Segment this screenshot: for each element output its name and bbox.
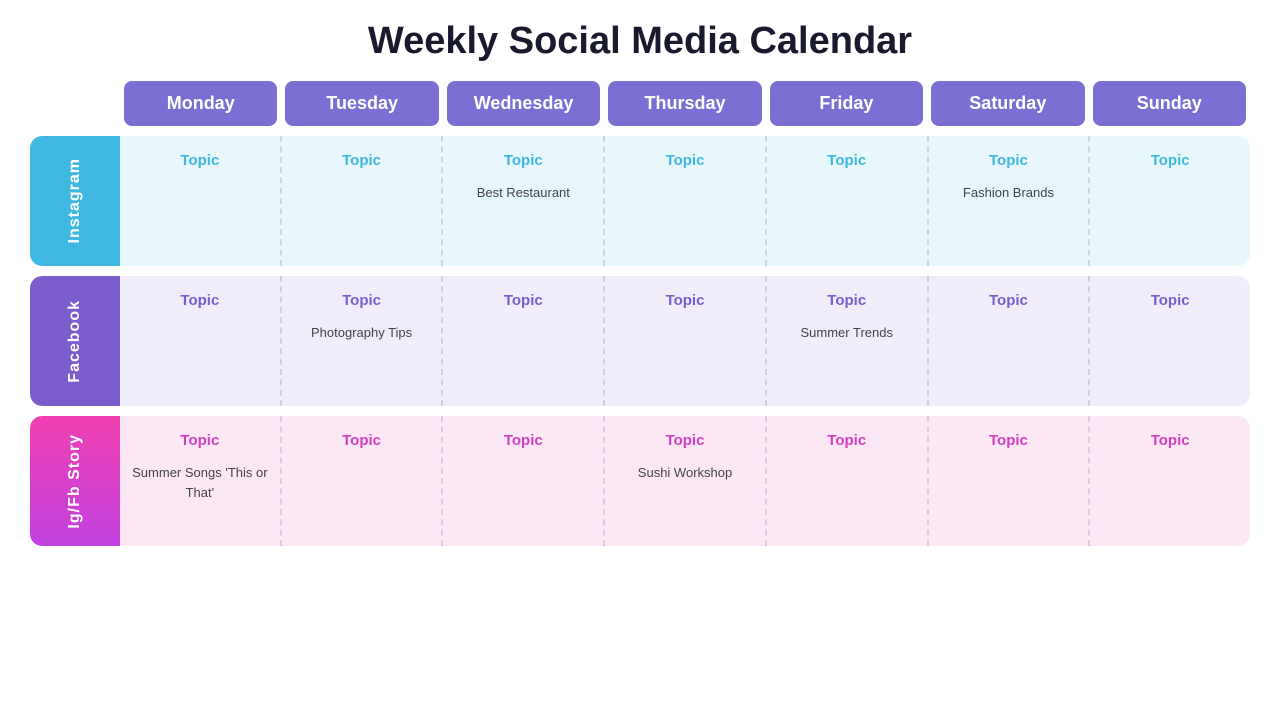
cell-0-6: Topic (1090, 136, 1250, 266)
cell-content-2-0: Summer Songs 'This or That' (130, 463, 270, 502)
cell-topic-1-0: Topic (180, 292, 219, 309)
cell-topic-0-0: Topic (180, 152, 219, 169)
day-header-saturday: Saturday (931, 81, 1084, 126)
cell-topic-1-3: Topic (666, 292, 705, 309)
cell-2-5: Topic (929, 416, 1091, 546)
cell-topic-0-4: Topic (827, 152, 866, 169)
cell-1-6: Topic (1090, 276, 1250, 406)
cell-0-3: Topic (605, 136, 767, 266)
page-title: Weekly Social Media Calendar (368, 20, 912, 63)
day-header-sunday: Sunday (1093, 81, 1246, 126)
cell-topic-2-3: Topic (666, 432, 705, 449)
cell-1-5: Topic (929, 276, 1091, 406)
header-row: MondayTuesdayWednesdayThursdayFridaySatu… (120, 81, 1250, 126)
cell-1-2: Topic (443, 276, 605, 406)
section-name-0: Instagram (66, 158, 84, 243)
cell-2-6: Topic (1090, 416, 1250, 546)
cell-topic-1-2: Topic (504, 292, 543, 309)
cell-content-1-1: Photography Tips (311, 323, 412, 343)
cell-topic-0-5: Topic (989, 152, 1028, 169)
cell-topic-0-6: Topic (1151, 152, 1190, 169)
cell-topic-2-1: Topic (342, 432, 381, 449)
cell-content-0-5: Fashion Brands (963, 183, 1054, 203)
cell-content-1-4: Summer Trends (800, 323, 892, 343)
section-row-instagram: InstagramTopicTopicTopicBest RestaurantT… (30, 136, 1250, 266)
cell-topic-1-5: Topic (989, 292, 1028, 309)
cell-topic-2-4: Topic (827, 432, 866, 449)
section-row-igfbstory: Ig/Fb Story Topic Summer Songs 'This or Th… (30, 416, 1250, 546)
cell-2-1: Topic (282, 416, 444, 546)
cell-0-4: Topic (767, 136, 929, 266)
cell-1-4: Topic Summer Trends (767, 276, 929, 406)
section-name-2: Ig/Fb Story (66, 434, 84, 529)
cell-1-0: Topic (120, 276, 282, 406)
day-header-monday: Monday (124, 81, 277, 126)
section-cells-2: TopicSummer Songs 'This or That'TopicTop… (120, 416, 1250, 546)
section-name-1: Facebook (66, 300, 84, 383)
cell-topic-2-2: Topic (504, 432, 543, 449)
section-label-1: Facebook (30, 276, 120, 406)
cell-topic-2-6: Topic (1151, 432, 1190, 449)
cell-0-1: Topic (282, 136, 444, 266)
cell-2-3: Topic Sushi Workshop (605, 416, 767, 546)
cell-topic-0-3: Topic (666, 152, 705, 169)
day-header-tuesday: Tuesday (285, 81, 438, 126)
section-cells-0: TopicTopicTopicBest RestaurantTopicTopic… (120, 136, 1250, 266)
day-header-wednesday: Wednesday (447, 81, 600, 126)
section-label-2: Ig/Fb Story (30, 416, 120, 546)
cell-content-2-3: Sushi Workshop (638, 463, 732, 483)
section-row-facebook: FacebookTopicTopicPhotography TipsTopicT… (30, 276, 1250, 406)
cell-topic-2-0: Topic (180, 432, 219, 449)
section-cells-1: TopicTopicPhotography TipsTopicTopicTopi… (120, 276, 1250, 406)
cell-1-1: Topic Photography Tips (282, 276, 444, 406)
cell-0-5: Topic Fashion Brands (929, 136, 1091, 266)
cell-2-2: Topic (443, 416, 605, 546)
cell-topic-1-1: Topic (342, 292, 381, 309)
section-label-0: Instagram (30, 136, 120, 266)
cell-topic-1-4: Topic (827, 292, 866, 309)
cell-topic-0-1: Topic (342, 152, 381, 169)
cell-1-3: Topic (605, 276, 767, 406)
cell-0-2: Topic Best Restaurant (443, 136, 605, 266)
cell-topic-0-2: Topic (504, 152, 543, 169)
cell-2-0: Topic Summer Songs 'This or That' (120, 416, 282, 546)
cell-0-0: Topic (120, 136, 282, 266)
day-header-friday: Friday (770, 81, 923, 126)
cell-topic-1-6: Topic (1151, 292, 1190, 309)
cell-topic-2-5: Topic (989, 432, 1028, 449)
day-header-thursday: Thursday (608, 81, 761, 126)
cell-content-0-2: Best Restaurant (477, 183, 570, 203)
cell-2-4: Topic (767, 416, 929, 546)
calendar-wrapper: MondayTuesdayWednesdayThursdayFridaySatu… (30, 81, 1250, 546)
